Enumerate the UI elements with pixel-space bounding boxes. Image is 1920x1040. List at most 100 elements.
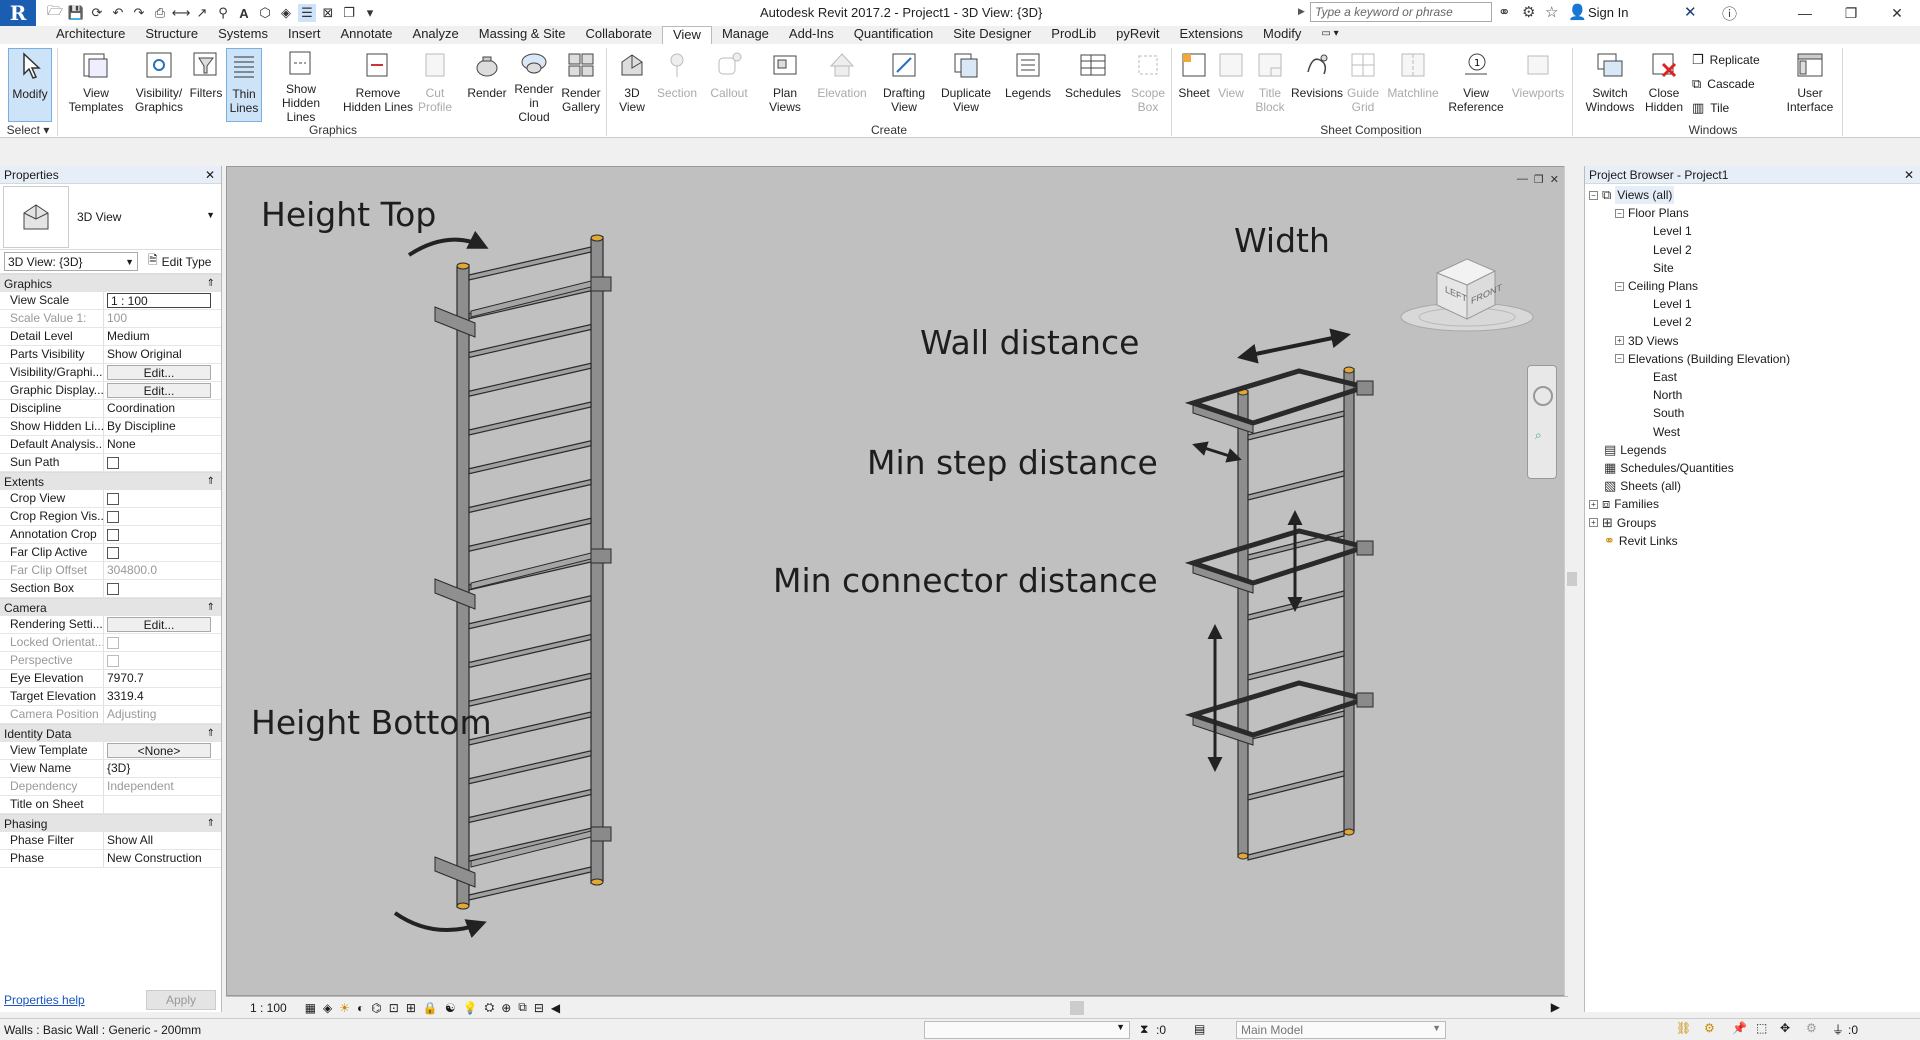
browser-node[interactable]: Site: [1653, 259, 1674, 277]
analytical-model-icon[interactable]: ⊕: [501, 1001, 511, 1015]
exchange-icon[interactable]: ✕: [1684, 3, 1697, 21]
property-value[interactable]: 3319.4: [104, 688, 221, 705]
switch-windows-button[interactable]: Switch Windows: [1582, 48, 1638, 122]
restore-icon[interactable]: ❐: [1828, 0, 1874, 26]
detail-level-icon[interactable]: ▦: [305, 1001, 316, 1015]
property-value[interactable]: None: [104, 436, 221, 453]
text-icon[interactable]: A: [235, 4, 253, 22]
tab-pyrevit[interactable]: pyRevit: [1106, 26, 1169, 44]
property-checkbox[interactable]: [107, 529, 119, 541]
browser-node[interactable]: − ⧉ Views (all): [1589, 186, 1675, 204]
tab-quantification[interactable]: Quantification: [844, 26, 944, 44]
temporary-hide-icon[interactable]: ☯: [445, 1001, 456, 1015]
collapse-icon[interactable]: −: [1615, 354, 1624, 364]
highlight-displacement-icon[interactable]: ⧉: [518, 1000, 527, 1015]
legends-button[interactable]: Legends: [1002, 48, 1054, 122]
view-canvas[interactable]: Height Top Height Bottom Width Wall dist…: [226, 166, 1568, 996]
tab-architecture[interactable]: Architecture: [46, 26, 135, 44]
background-process-icon[interactable]: ⚙: [1806, 1021, 1817, 1035]
instance-filter-select[interactable]: 3D View: {3D} ▼: [4, 252, 138, 271]
print-icon[interactable]: ⎙: [151, 4, 169, 22]
property-value[interactable]: New Construction: [104, 850, 221, 867]
user-icon[interactable]: 👤: [1568, 3, 1587, 21]
reveal-constraints-icon[interactable]: ⊟: [534, 1001, 544, 1015]
property-checkbox[interactable]: [107, 493, 119, 505]
tab-annotate[interactable]: Annotate: [330, 26, 402, 44]
tab-extensions[interactable]: Extensions: [1169, 26, 1253, 44]
property-value[interactable]: {3D}: [104, 760, 221, 777]
open-icon[interactable]: 🗁: [46, 3, 64, 22]
browser-node[interactable]: South: [1653, 404, 1684, 422]
vertical-scrollbar[interactable]: [1564, 166, 1578, 996]
panel-label-sheet-composition[interactable]: Sheet Composition: [1172, 122, 1570, 138]
workset-select[interactable]: ▼: [924, 1021, 1130, 1039]
property-group-header[interactable]: Graphics ⇑: [0, 274, 221, 292]
property-value[interactable]: [104, 796, 221, 813]
property-checkbox[interactable]: [107, 511, 119, 523]
collapse-icon[interactable]: −: [1615, 208, 1624, 218]
expand-search-icon[interactable]: ▶: [1298, 6, 1305, 17]
tab-prodlib[interactable]: ProdLib: [1041, 26, 1106, 44]
select-underlay-icon[interactable]: ⚙: [1704, 1021, 1715, 1035]
browser-node[interactable]: − Elevations (Building Elevation): [1615, 350, 1790, 368]
browser-node[interactable]: +3D Views: [1615, 332, 1678, 350]
user-interface-button[interactable]: User Interface: [1782, 48, 1838, 122]
horizontal-scrollbar-thumb[interactable]: [1070, 1001, 1084, 1015]
panel-label-windows[interactable]: Windows: [1574, 122, 1852, 138]
view-to-sheet-button[interactable]: View: [1214, 48, 1248, 122]
revisions-button[interactable]: Revisions: [1291, 48, 1343, 122]
view-templates-button[interactable]: View Templates: [68, 48, 124, 122]
tag-icon[interactable]: ⚲: [214, 4, 232, 22]
thin-lines-icon[interactable]: ☰: [298, 4, 316, 22]
reveal-hidden-icon[interactable]: 💡: [463, 1001, 478, 1015]
duplicate-view-button[interactable]: Duplicate View: [936, 48, 996, 122]
scroll-thumb[interactable]: [1567, 572, 1577, 586]
panel-label-graphics[interactable]: Graphics: [60, 122, 606, 138]
property-edit-button[interactable]: Edit...: [107, 617, 211, 632]
view-scale[interactable]: 1 : 100: [250, 1001, 287, 1015]
design-option-select[interactable]: Main Model ▼: [1236, 1021, 1446, 1039]
browser-node[interactable]: Level 2: [1653, 241, 1692, 259]
plan-views-button[interactable]: Plan Views: [762, 48, 808, 122]
browser-node[interactable]: East: [1653, 368, 1677, 386]
close-hidden-icon[interactable]: ⊠: [319, 4, 337, 22]
matchline-button[interactable]: Matchline: [1384, 48, 1442, 122]
expand-icon[interactable]: +: [1615, 336, 1624, 346]
tab-collaborate[interactable]: Collaborate: [575, 26, 662, 44]
property-value[interactable]: Show All: [104, 832, 221, 849]
design-options-icon[interactable]: ▤: [1194, 1022, 1205, 1036]
browser-node[interactable]: ▦ Schedules/Quantities: [1589, 459, 1734, 477]
restore-icon[interactable]: ❐: [1534, 173, 1544, 186]
lock-view-icon[interactable]: 🔒: [423, 1001, 438, 1015]
visibility-graphics-button[interactable]: Visibility/ Graphics: [130, 48, 188, 122]
property-checkbox[interactable]: [107, 583, 119, 595]
modify-button[interactable]: Modify: [8, 48, 52, 122]
property-edit-button[interactable]: <None>: [107, 743, 211, 758]
tab-site-designer[interactable]: Site Designer: [943, 26, 1041, 44]
tab-modify[interactable]: Modify: [1253, 26, 1311, 44]
collapse-icon[interactable]: −: [1589, 190, 1598, 200]
undo-icon[interactable]: ↶: [109, 4, 127, 22]
panel-label-select[interactable]: Select ▾: [0, 122, 56, 138]
browser-node[interactable]: + ⧈ Families: [1589, 495, 1659, 513]
help-icon[interactable]: ⓘ: [1722, 3, 1737, 24]
save-icon[interactable]: 💾: [67, 4, 85, 22]
cut-profile-button[interactable]: Cut Profile: [414, 48, 456, 122]
filter-icon[interactable]: ⏚: [1832, 1021, 1844, 1038]
remove-hidden-lines-button[interactable]: Remove Hidden Lines: [342, 48, 414, 122]
ribbon-minimize-toggle[interactable]: ▭ ▾: [1311, 26, 1348, 44]
editable-only-icon[interactable]: ⧗: [1140, 1022, 1148, 1037]
sync-icon[interactable]: ⟳: [88, 4, 106, 22]
replicate-button[interactable]: ❐ Replicate: [1692, 52, 1760, 68]
tab-view[interactable]: View: [661, 26, 712, 44]
cascade-button[interactable]: ⧉ Cascade: [1692, 76, 1755, 92]
callout-button[interactable]: Callout: [706, 48, 752, 122]
star-icon[interactable]: ☆: [1545, 3, 1558, 21]
3d-view-button[interactable]: 3D View: [612, 48, 652, 122]
thin-lines-button[interactable]: Thin Lines: [226, 48, 262, 122]
show-crop-icon[interactable]: ⊞: [406, 1001, 416, 1015]
sheet-button[interactable]: Sheet: [1176, 48, 1212, 122]
collapse-icon[interactable]: −: [1615, 281, 1624, 291]
viewcube[interactable]: LEFT FRONT: [1399, 253, 1535, 333]
scope-box-button[interactable]: Scope Box: [1128, 48, 1168, 122]
